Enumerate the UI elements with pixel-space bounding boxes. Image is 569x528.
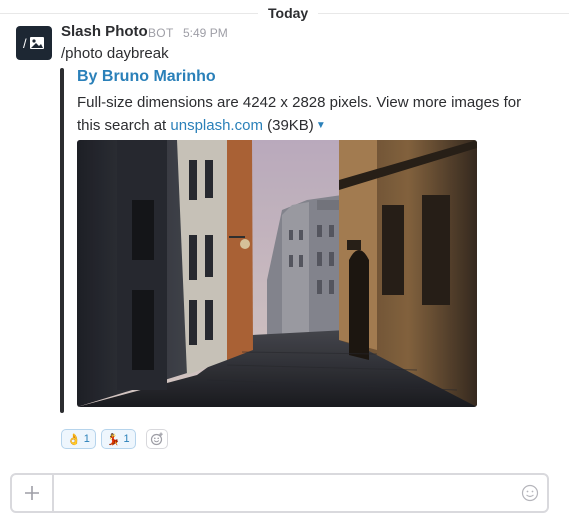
reaction-count: 1 bbox=[83, 433, 90, 445]
unsplash-link[interactable]: unsplash.com bbox=[170, 117, 263, 134]
message-text: /photo daybreak bbox=[61, 45, 169, 62]
message-composer bbox=[10, 473, 549, 513]
message-input[interactable] bbox=[54, 475, 513, 511]
bot-badge: BOT bbox=[148, 26, 174, 40]
reaction-count: 1 bbox=[123, 433, 130, 445]
reaction-dancer[interactable]: 💃 1 bbox=[100, 429, 136, 449]
message-timestamp[interactable]: 5:49 PM bbox=[183, 26, 228, 40]
attachment-size: (39KB) bbox=[262, 117, 314, 134]
date-divider-label: Today bbox=[258, 5, 319, 22]
attachment-description: Full-size dimensions are 4242 x 2828 pix… bbox=[77, 91, 527, 137]
ok-hand-emoji-icon: 👌 bbox=[67, 433, 81, 446]
image-icon: / bbox=[23, 36, 44, 51]
attachment-author-link[interactable]: By Bruno Marinho bbox=[77, 68, 216, 86]
bot-avatar[interactable]: / bbox=[16, 26, 52, 60]
attachment-photo[interactable] bbox=[77, 140, 477, 407]
sender-name[interactable]: Slash Photo bbox=[61, 23, 148, 40]
plus-icon bbox=[25, 486, 39, 500]
reactions-bar: 👌 1 💃 1 bbox=[61, 429, 168, 449]
smiley-icon bbox=[521, 484, 539, 502]
attachment-color-bar bbox=[60, 68, 64, 413]
emoji-button[interactable] bbox=[513, 475, 547, 511]
dancer-emoji-icon: 💃 bbox=[106, 433, 121, 446]
chevron-down-icon[interactable]: ▼ bbox=[316, 120, 326, 131]
svg-text:/: / bbox=[23, 36, 27, 51]
add-reaction-button[interactable] bbox=[145, 429, 168, 449]
reaction-ok-hand[interactable]: 👌 1 bbox=[61, 429, 96, 449]
street-photo-illustration bbox=[77, 140, 477, 407]
attach-button[interactable] bbox=[12, 475, 54, 511]
add-emoji-icon bbox=[150, 432, 163, 446]
